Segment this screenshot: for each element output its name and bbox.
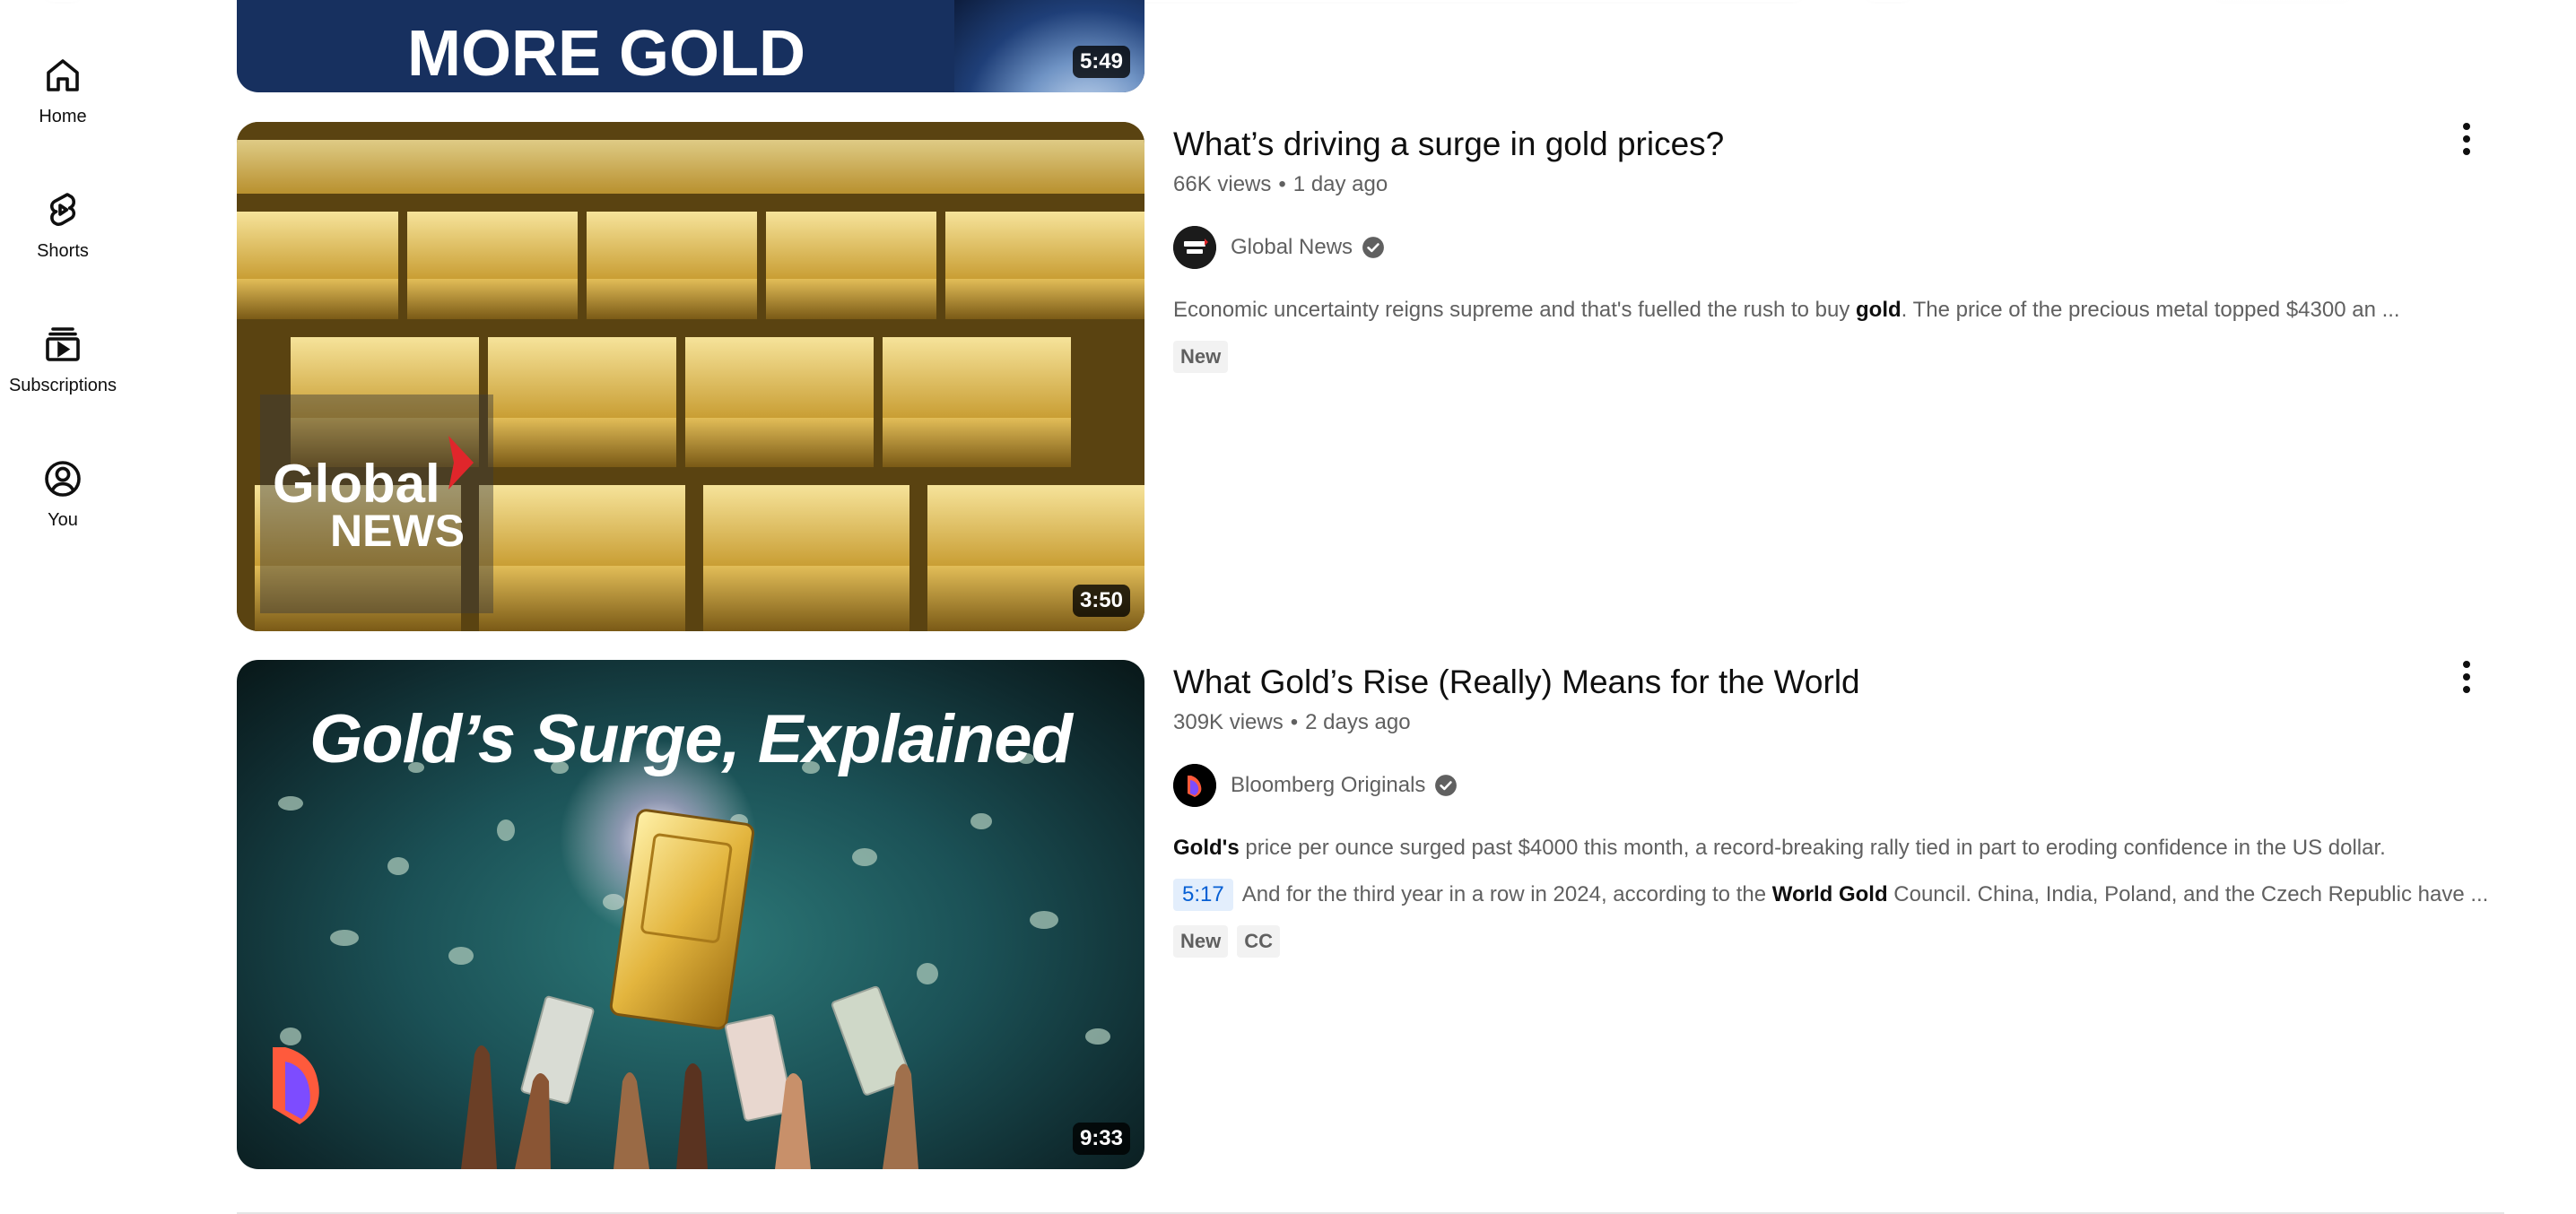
more-actions-button[interactable] (2447, 652, 2486, 702)
snippet-highlight: Gold's (1173, 836, 1240, 860)
verified-badge-icon (1435, 775, 1458, 796)
guide-label-shorts: Shorts (37, 241, 89, 261)
thumbnail-headline: Gold’s Surge, Explained (309, 701, 1073, 777)
duration-badge: 9:33 (1072, 1123, 1130, 1155)
kebab-dot (2463, 686, 2470, 693)
badge-row: New CC (1173, 925, 1281, 958)
chapter-timestamp-link[interactable]: 5:17 (1173, 879, 1233, 911)
kebab-dot (2463, 148, 2470, 155)
logo-text-global: Global (273, 454, 440, 514)
cc-badge: CC (1237, 925, 1281, 958)
upload-age: 1 day ago (1292, 172, 1388, 196)
channel-avatar[interactable] (1173, 764, 1216, 807)
video-description-snippet: Economic uncertainty reigns supreme and … (1173, 294, 2400, 326)
kebab-dot (2463, 135, 2470, 143)
upload-age: 2 days ago (1305, 710, 1411, 734)
snippet-text: price per ounce surged past $4000 this m… (1239, 836, 2386, 860)
snippet-highlight: gold (1856, 298, 1902, 322)
subscriptions-icon (46, 327, 80, 361)
mini-guide: Home Shorts Subscriptions You (0, 0, 126, 1214)
guide-label-subscriptions: Subscriptions (8, 376, 117, 395)
channel-row[interactable]: Bloomberg Originals (1173, 764, 1458, 807)
guide-label-you: You (48, 510, 78, 530)
guide-item-subscriptions[interactable]: Subscriptions (0, 301, 126, 427)
guide-item-you[interactable]: You (0, 436, 126, 561)
bloomberg-originals-avatar-icon (1173, 764, 1216, 807)
snippet-text: And for the third year in a row in 2024,… (1241, 882, 1772, 906)
snippet-text: Council. China, India, Poland, and the C… (1887, 882, 2489, 906)
channel-row[interactable]: Global News (1173, 226, 1385, 269)
video-meta: 309K views • 2 days ago (1173, 708, 1411, 737)
snippet-text: . The price of the precious metal topped… (1901, 298, 2400, 322)
new-badge: New (1173, 925, 1229, 958)
meta-dot: • (1290, 710, 1299, 734)
view-count: 309K views (1173, 710, 1284, 734)
chapter-snippet: 5:17 And for the third year in a row in 2… (1173, 879, 2488, 911)
video-title[interactable]: What’s driving a surge in gold prices? (1173, 123, 1724, 166)
account-icon (45, 461, 81, 497)
video-thumbnail[interactable]: Gold’s Surge, Explained 9:33 (237, 660, 1144, 1169)
global-news-chevron-icon (448, 436, 474, 490)
duration-badge: 5:49 (1072, 46, 1130, 78)
header-button-remnant (1857, 0, 1919, 4)
shorts-icon (50, 193, 76, 226)
duration-badge: 3:50 (1072, 585, 1130, 617)
video-description-snippet: Gold's price per ounce surged past $4000… (1173, 832, 2386, 864)
channel-name[interactable]: Global News (1231, 235, 1353, 260)
snippet-text: Economic uncertainty reigns supreme and … (1173, 298, 1857, 322)
kebab-dot (2463, 123, 2470, 130)
kebab-dot (2463, 673, 2470, 681)
home-icon (47, 59, 79, 91)
video-thumbnail[interactable]: Global NEWS 3:50 (237, 122, 1144, 631)
video-title[interactable]: What Gold’s Rise (Really) Means for the … (1173, 661, 1860, 704)
video-thumbnail[interactable]: MORE GOLD 5:49 (237, 0, 1144, 92)
header-pill-remnant (2206, 0, 2359, 4)
guide-item-home[interactable]: Home (0, 32, 126, 158)
view-count: 66K views (1173, 172, 1272, 196)
guide-item-shorts[interactable]: Shorts (0, 167, 126, 292)
verified-badge-icon (1362, 237, 1384, 258)
meta-dot: • (1278, 172, 1286, 196)
guide-label-home: Home (39, 107, 87, 126)
video-meta: 66K views • 1 day ago (1173, 170, 1388, 199)
kebab-dot (2463, 661, 2470, 668)
channel-name[interactable]: Bloomberg Originals (1231, 773, 1425, 798)
thumbnail-headline: MORE GOLD (407, 18, 805, 90)
logo-text-news: NEWS (330, 506, 465, 556)
global-news-avatar-icon (1173, 226, 1216, 269)
badge-row: New (1173, 341, 1229, 373)
more-actions-button[interactable] (2447, 114, 2486, 164)
new-badge: New (1173, 341, 1229, 373)
snippet-highlight: World Gold (1771, 882, 1888, 906)
channel-avatar[interactable] (1173, 226, 1216, 269)
